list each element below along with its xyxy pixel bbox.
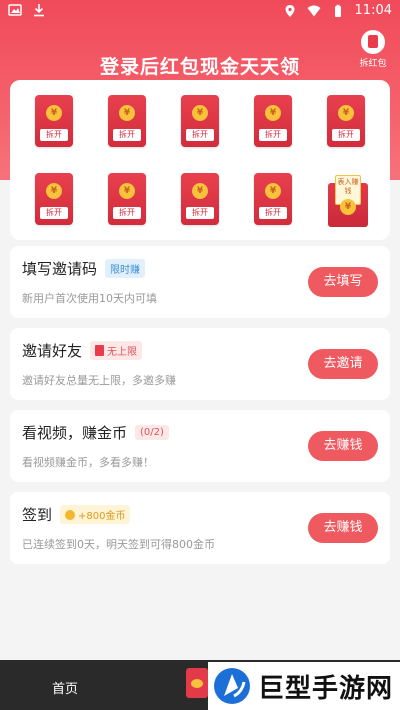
task-description: 邀请好友总量无上限，多邀多赚 — [22, 374, 176, 387]
wifi-icon — [307, 5, 321, 16]
task-title: 填写邀请码 — [22, 260, 98, 278]
coin-icon: ¥ — [119, 183, 135, 199]
packet-open-label: 拆开 — [40, 207, 68, 219]
task-check-in: 签到 +800金币 已连续签到0天，明天签到可得800金币 去赚钱 — [10, 492, 390, 564]
badge-label: +800金币 — [78, 511, 126, 522]
coin-icon: ¥ — [340, 199, 356, 215]
coin-icon: ¥ — [265, 105, 281, 121]
task-invite-code: 填写邀请码 限时赚 新用户首次使用10天内可填 去填写 — [10, 246, 390, 318]
progress-badge: (0/2) — [135, 425, 169, 440]
packet-open-label: 拆开 — [259, 129, 287, 141]
fill-code-button[interactable]: 去填写 — [308, 267, 378, 297]
invite-button[interactable]: 去邀请 — [308, 349, 378, 379]
task-description: 已连续签到0天，明天签到可得800金币 — [22, 538, 215, 551]
red-packet[interactable]: ¥ 拆开 — [181, 173, 219, 225]
task-title: 签到 — [22, 506, 53, 524]
site-watermark: 巨型手游网 — [208, 662, 400, 710]
unlimited-badge: 无上限 — [90, 341, 143, 360]
open-red-packet-button[interactable]: 拆红包 — [356, 30, 390, 69]
task-watch-video: 看视频，赚金币 (0/2) 看视频赚金币，多看多赚！ 去赚钱 — [10, 410, 390, 482]
coin-icon: ¥ — [192, 105, 208, 121]
red-packet-grid: ¥ 拆开 ¥ 拆开 ¥ 拆开 ¥ 拆开 ¥ 拆开 ¥ 拆开 ¥ 拆开 ¥ 拆开 … — [10, 80, 390, 240]
watermark-logo-icon — [214, 668, 250, 704]
task-description: 新用户首次使用10天内可填 — [22, 292, 157, 305]
red-packet[interactable]: ¥ 拆开 — [327, 95, 365, 147]
packet-open-label: 拆开 — [113, 207, 141, 219]
task-title: 看视频，赚金币 — [22, 424, 128, 442]
packet-open-label: 拆开 — [332, 129, 360, 141]
location-icon — [285, 4, 295, 17]
packet-open-label: 拆开 — [259, 207, 287, 219]
image-icon — [8, 4, 22, 16]
red-packet-icon — [95, 345, 105, 356]
packet-open-label: 拆开 — [186, 129, 214, 141]
task-title: 邀请好友 — [22, 342, 83, 360]
red-packet[interactable]: ¥ 拆开 — [181, 95, 219, 147]
red-packet[interactable]: ¥ 拆开 — [254, 173, 292, 225]
packet-open-label: 拆开 — [113, 129, 141, 141]
battery-icon — [334, 4, 341, 17]
coin-icon — [65, 509, 76, 520]
red-packet[interactable]: ¥ 拆开 — [108, 173, 146, 225]
coin-icon: ¥ — [46, 105, 62, 121]
task-description: 看视频赚金币，多看多赚！ — [22, 456, 154, 469]
badge-label: 无上限 — [107, 347, 138, 358]
packet-open-label: 拆开 — [186, 207, 214, 219]
earn-money-button[interactable]: 去赚钱 — [308, 513, 378, 543]
status-time: 11:04 — [354, 3, 392, 18]
coin-icon: ¥ — [192, 183, 208, 199]
red-packet[interactable]: ¥ 拆开 — [35, 95, 73, 147]
opened-envelope[interactable]: 表入赚钱 ¥ — [328, 175, 368, 227]
page-title: 登录后红包现金天天领 — [99, 56, 300, 78]
coin-icon: ¥ — [338, 105, 354, 121]
limited-time-badge: 限时赚 — [105, 259, 146, 278]
status-bar: 11:04 — [0, 0, 400, 24]
red-packet[interactable]: ¥ 拆开 — [254, 95, 292, 147]
watermark-text: 巨型手游网 — [258, 673, 394, 704]
coin-icon: ¥ — [119, 105, 135, 121]
coin-icon: ¥ — [265, 183, 281, 199]
red-packet[interactable]: ¥ 拆开 — [108, 95, 146, 147]
coin-icon: ¥ — [46, 183, 62, 199]
nav-home[interactable]: 首页 — [52, 678, 78, 697]
download-icon — [34, 4, 44, 17]
red-packet[interactable]: ¥ 拆开 — [35, 173, 73, 225]
coin-reward-badge: +800金币 — [60, 505, 131, 524]
earn-money-button[interactable]: 去赚钱 — [308, 431, 378, 461]
red-packet-icon — [361, 30, 385, 54]
packet-open-label: 拆开 — [40, 129, 68, 141]
task-invite-friends: 邀请好友 无上限 邀请好友总量无上限，多邀多赚 去邀请 — [10, 328, 390, 400]
nav-red-packet-icon[interactable] — [186, 668, 208, 698]
open-red-packet-label: 拆红包 — [359, 59, 387, 69]
